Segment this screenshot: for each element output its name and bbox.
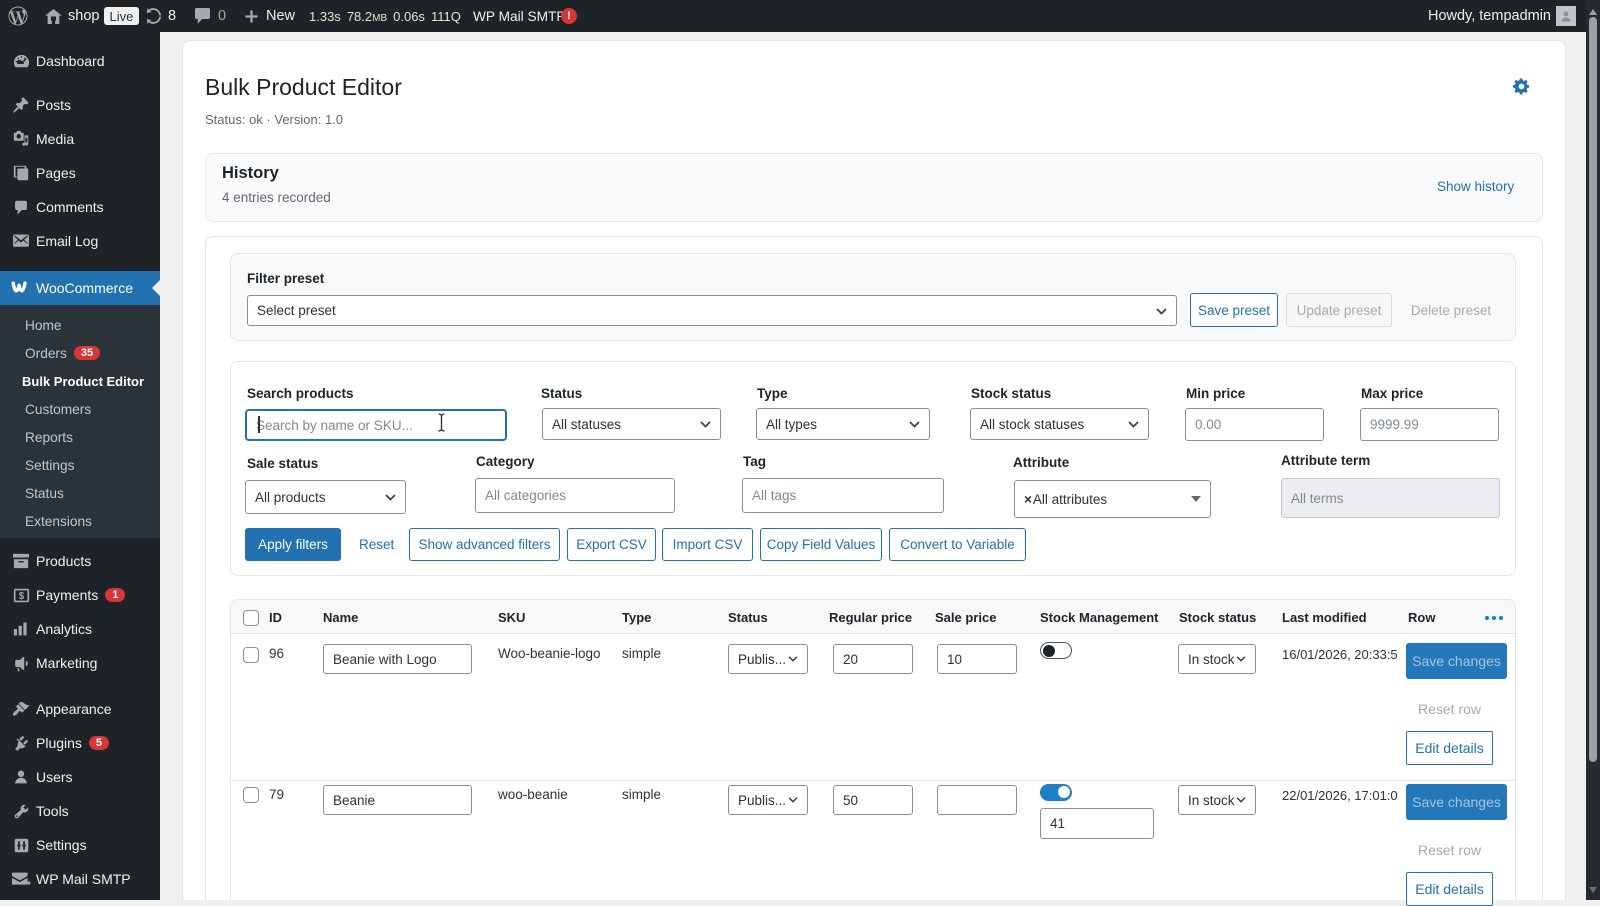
svg-text:$: $ [18, 591, 24, 602]
